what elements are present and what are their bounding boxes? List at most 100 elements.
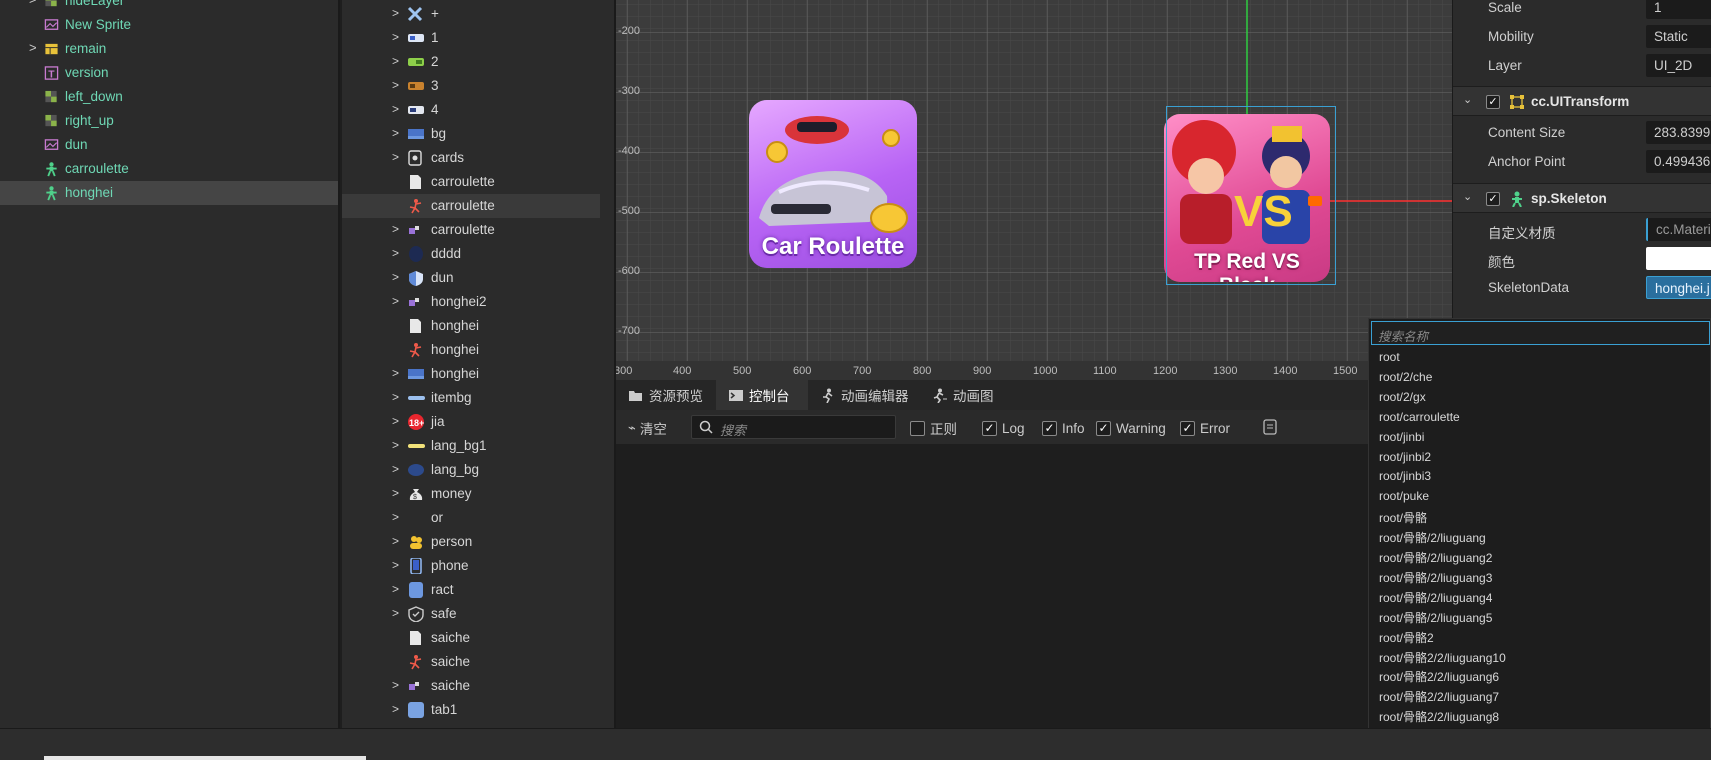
filter-warning-checkbox[interactable]: ✓ Warning — [1096, 419, 1166, 437]
property-value-field[interactable]: UI_2D — [1646, 54, 1711, 77]
asset-item[interactable]: > honghei — [342, 362, 600, 386]
tab-terminal[interactable]: 控制台 — [716, 380, 808, 410]
chevron-right-icon[interactable]: > — [392, 54, 402, 68]
chevron-right-icon[interactable]: > — [392, 270, 402, 284]
asset-item[interactable]: honghei — [342, 314, 600, 338]
asset-item[interactable]: > itembg — [342, 386, 600, 410]
property-value-field[interactable]: 0.499436 — [1646, 150, 1711, 173]
chevron-right-icon[interactable]: > — [392, 102, 402, 116]
property-value-field[interactable]: cc.Materi — [1646, 218, 1711, 241]
transform-gizmo-handle[interactable] — [1308, 196, 1322, 206]
bone-option[interactable]: root/骨骼2/2/liuguang7 — [1379, 688, 1499, 708]
asset-item[interactable]: >2 — [342, 50, 600, 74]
property-value-field[interactable] — [1646, 247, 1711, 270]
hierarchy-node[interactable]: > remain — [0, 37, 338, 61]
bone-option[interactable]: root — [1379, 350, 1400, 370]
bone-option[interactable]: root/puke — [1379, 489, 1429, 509]
hierarchy-node[interactable]: carroulette — [0, 157, 338, 181]
asset-item[interactable]: > tab1 — [342, 698, 600, 722]
chevron-right-icon[interactable]: > — [29, 0, 39, 7]
bone-option[interactable]: root/骨骼/2/liuguang — [1379, 529, 1486, 549]
asset-item[interactable]: > ract — [342, 578, 600, 602]
chevron-right-icon[interactable]: > — [392, 534, 402, 548]
bone-option[interactable]: root/2/gx — [1379, 390, 1426, 410]
chevron-right-icon[interactable]: > — [392, 558, 402, 572]
chevron-right-icon[interactable]: > — [392, 462, 402, 476]
asset-item[interactable]: > cards — [342, 146, 600, 170]
chevron-right-icon[interactable]: > — [392, 126, 402, 140]
dropdown-search-input[interactable]: 搜索名称 — [1371, 321, 1710, 345]
filter-info-checkbox[interactable]: ✓ Info — [1042, 419, 1085, 437]
property-value-field[interactable]: 283.8399 — [1646, 121, 1711, 144]
chevron-right-icon[interactable]: > — [392, 150, 402, 164]
property-value-field[interactable]: 1 — [1646, 0, 1711, 19]
asset-item[interactable]: > lang_bg — [342, 458, 600, 482]
scene-view[interactable]: -200 -300 -400 -500 -600 -700 300 400 500 600 700… — [616, 0, 1452, 380]
chevron-right-icon[interactable]: > — [392, 510, 402, 524]
asset-item[interactable]: > saiche — [342, 674, 600, 698]
uitransform-enabled-checkbox[interactable]: ✓ — [1486, 95, 1500, 109]
collapse-log-icon[interactable] — [1262, 419, 1278, 435]
asset-item[interactable]: > carroulette — [342, 218, 600, 242]
asset-item[interactable]: > $ money — [342, 482, 600, 506]
bone-option[interactable]: root/2/che — [1379, 370, 1432, 390]
asset-item[interactable]: carroulette — [342, 194, 600, 218]
chevron-down-icon[interactable]: ⌄ — [1463, 93, 1472, 106]
chevron-right-icon[interactable]: > — [392, 294, 402, 308]
hierarchy-node[interactable]: left_down — [0, 85, 338, 109]
hierarchy-node[interactable]: Tversion — [0, 61, 338, 85]
chevron-right-icon[interactable]: > — [392, 414, 402, 428]
asset-item[interactable]: saiche — [342, 626, 600, 650]
bone-option[interactable]: root/jinbi2 — [1379, 450, 1431, 470]
bone-option[interactable]: root/骨骼2 — [1379, 629, 1434, 649]
property-value-field[interactable]: Static — [1646, 25, 1711, 48]
asset-item[interactable]: > + — [342, 2, 600, 26]
filter-error-checkbox[interactable]: ✓ Error — [1180, 419, 1230, 437]
asset-item[interactable]: >1 — [342, 26, 600, 50]
asset-item[interactable]: saiche — [342, 650, 600, 674]
chevron-right-icon[interactable]: > — [392, 246, 402, 260]
property-value-field[interactable]: honghei.j — [1646, 276, 1711, 299]
hierarchy-node[interactable]: right_up — [0, 109, 338, 133]
chevron-right-icon[interactable]: > — [392, 390, 402, 404]
bone-option[interactable]: root/jinbi3 — [1379, 469, 1431, 489]
bone-option[interactable]: root/骨骼2/2/liuguang10 — [1379, 649, 1506, 669]
bone-option[interactable]: root/骨骼/2/liuguang4 — [1379, 589, 1492, 609]
hierarchy-node[interactable]: dun — [0, 133, 338, 157]
filter-正则-checkbox[interactable]: 正则 — [910, 419, 957, 437]
asset-item[interactable]: >4 — [342, 98, 600, 122]
asset-item[interactable]: >3 — [342, 74, 600, 98]
bone-option[interactable]: root/骨骼2/2/liuguang8 — [1379, 708, 1499, 728]
chevron-right-icon[interactable]: > — [392, 606, 402, 620]
uitransform-section[interactable]: ⌄ ✓ cc.UITransform — [1453, 86, 1711, 116]
hierarchy-node[interactable]: honghei — [0, 181, 338, 205]
hierarchy-node[interactable]: New Sprite — [0, 13, 338, 37]
asset-item[interactable]: > phone — [342, 554, 600, 578]
console-search-field[interactable]: 搜索 — [691, 415, 896, 439]
hierarchy-node[interactable]: > hideLayer — [0, 0, 338, 13]
asset-item[interactable]: > safe — [342, 602, 600, 626]
filter-log-checkbox[interactable]: ✓ Log — [982, 419, 1025, 437]
clear-button[interactable]: ⌁ 清空 — [628, 418, 667, 438]
car-roulette-sprite[interactable]: Car Roulette — [749, 100, 917, 268]
bone-option[interactable]: root/骨骼/2/liuguang2 — [1379, 549, 1492, 569]
chevron-right-icon[interactable]: > — [392, 222, 402, 236]
asset-item[interactable]: > honghei2 — [342, 290, 600, 314]
chevron-down-icon[interactable]: ⌄ — [1463, 190, 1472, 203]
chevron-right-icon[interactable]: > — [392, 678, 402, 692]
tab-folder[interactable]: 资源预览 — [616, 380, 716, 410]
chevron-right-icon[interactable]: > — [392, 702, 402, 716]
chevron-right-icon[interactable]: > — [392, 78, 402, 92]
chevron-right-icon[interactable]: > — [392, 30, 402, 44]
bone-option[interactable]: root/骨骼2/2/liuguang6 — [1379, 668, 1499, 688]
bone-option[interactable]: root/jinbi — [1379, 430, 1424, 450]
asset-item[interactable]: > person — [342, 530, 600, 554]
tab-anim-graph[interactable]: 动画图 — [920, 380, 1016, 410]
asset-item[interactable]: carroulette — [342, 170, 600, 194]
chevron-right-icon[interactable]: > — [392, 486, 402, 500]
asset-item[interactable]: > lang_bg1 — [342, 434, 600, 458]
bone-option[interactable]: root/骨骼/2/liuguang5 — [1379, 609, 1492, 629]
skeleton-enabled-checkbox[interactable]: ✓ — [1486, 192, 1500, 206]
tab-runner[interactable]: 动画编辑器 — [808, 380, 920, 410]
asset-item[interactable]: > dddd — [342, 242, 600, 266]
